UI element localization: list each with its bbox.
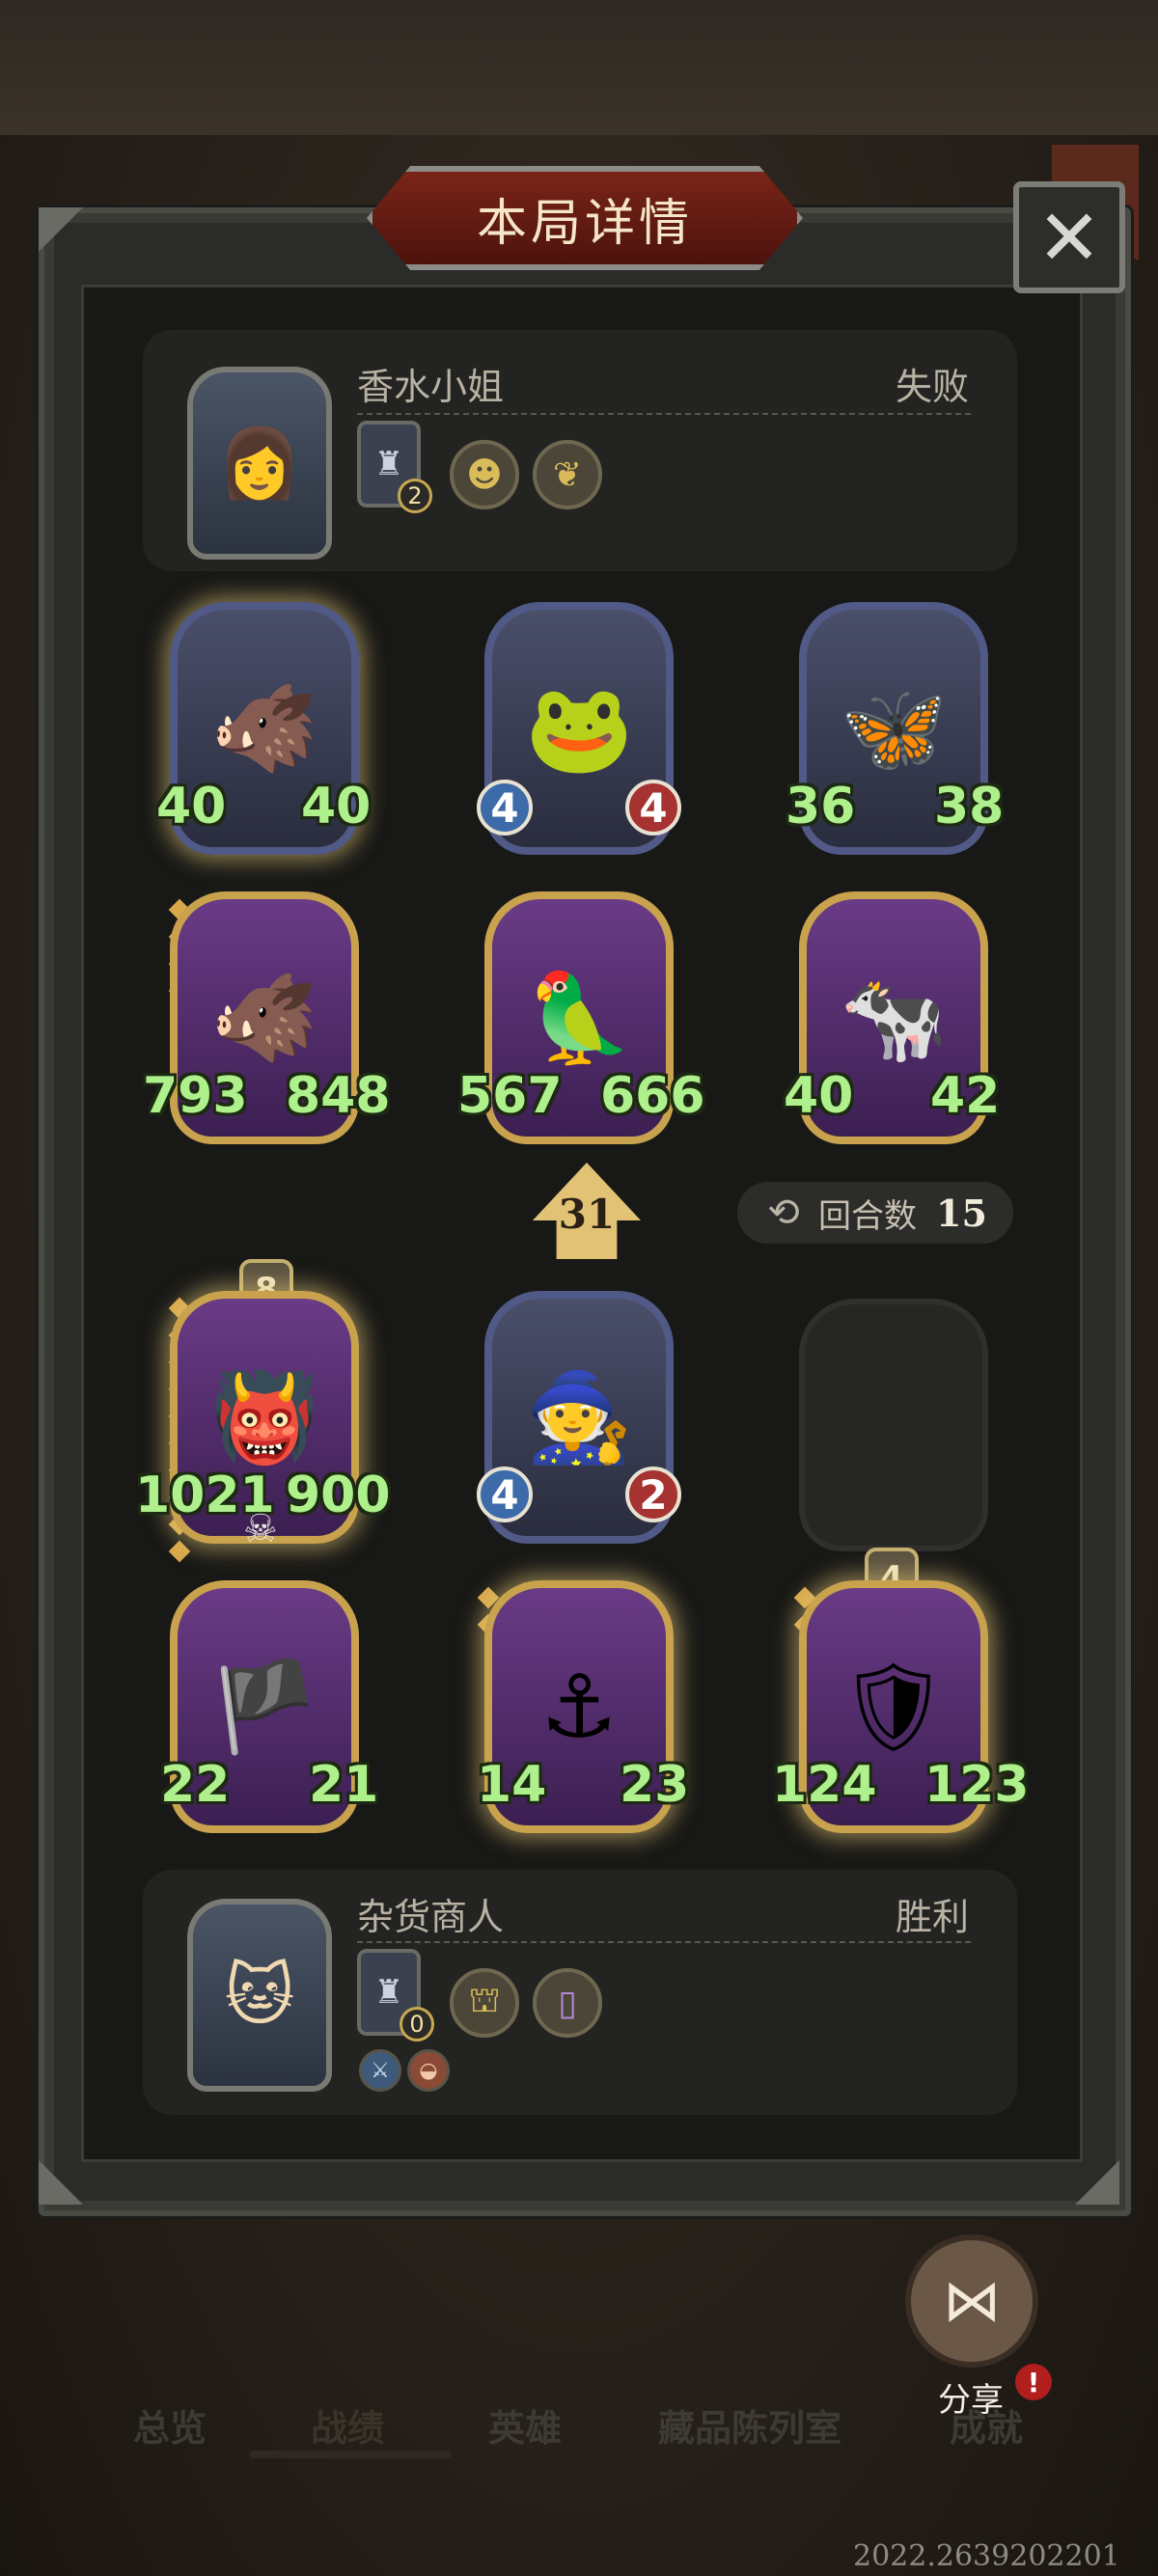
player-result: 胜利 [896, 1896, 970, 1938]
witch-icon: 🧙 [524, 1366, 634, 1468]
card-health: 40 [301, 778, 372, 836]
nav-item-overview[interactable]: 总览 [133, 2398, 207, 2452]
opponent-name: 香水小姐 [357, 366, 505, 408]
perfume-lady-portrait-icon: 👩 [217, 423, 302, 503]
boar-icon: 🐗 [209, 967, 319, 1069]
round-value: 15 [936, 1191, 987, 1235]
captain-icon: ⚓ [539, 1656, 619, 1758]
card-health: 900 [286, 1466, 391, 1524]
card-attack: 14 [477, 1756, 547, 1814]
golden-feather-item-icon[interactable]: ❦ [533, 440, 602, 509]
cat-merchant-portrait-icon: 🐱 [224, 1956, 295, 2035]
card-health: 666 [600, 1067, 705, 1125]
nav-active-underline [249, 2451, 452, 2458]
sword-buff-icon[interactable]: ⚔ [359, 2049, 401, 2092]
opponent-portrait[interactable]: 👩 [187, 367, 332, 560]
build-id: 2022.2639202201 [853, 2539, 1120, 2573]
card-health: 23 [620, 1756, 690, 1814]
nav-item-records[interactable]: 战绩 [311, 2398, 384, 2452]
card-attack: 793 [143, 1067, 248, 1125]
card-attack: 567 [457, 1067, 563, 1125]
top-band [0, 0, 1158, 135]
tavern-tier-icon: ♜ [373, 1973, 404, 2012]
bowl-buff-icon[interactable]: ◒ [407, 2049, 450, 2092]
opponent-tier-level: 2 [398, 479, 432, 513]
pirate-icon: 🏴 [209, 1656, 319, 1758]
frog-icon: 🐸 [524, 677, 634, 780]
purple-door-item-icon[interactable]: ▯ [533, 1968, 602, 2038]
card-health: 848 [286, 1067, 391, 1125]
butterfly-icon: 🦋 [839, 677, 949, 780]
card-health: 38 [934, 778, 1005, 836]
parrot-icon: 🦜 [524, 967, 634, 1069]
cow-icon: 🐄 [839, 967, 949, 1069]
round-counter: ⟲ 回合数 15 [737, 1182, 1013, 1244]
player-divider [357, 1941, 971, 1943]
damage-value: 31 [558, 1191, 616, 1238]
card-health: 4 [625, 780, 681, 836]
close-icon: ✕ [1036, 192, 1102, 283]
nav-item-collection[interactable]: 藏品陈列室 [658, 2398, 841, 2452]
tombstone-item-icon[interactable]: ⛫ [450, 1968, 519, 2038]
card-attack: 4 [477, 780, 533, 836]
card-attack: 124 [772, 1756, 877, 1814]
share-icon: ⋈ [943, 2267, 1001, 2335]
card-attack: 36 [786, 778, 856, 836]
dialog-title-plate: 本局详情 [367, 166, 803, 270]
close-button[interactable]: ✕ [1013, 181, 1125, 293]
tavern-tier-icon: ♜ [373, 445, 404, 483]
empty-card-slot [799, 1299, 988, 1551]
card-health: 21 [309, 1756, 379, 1814]
card-attack: 22 [160, 1756, 231, 1814]
round-label: 回合数 [818, 1196, 917, 1236]
gold-mask-item-icon[interactable]: ☻ [450, 440, 519, 509]
card-health: 2 [625, 1466, 681, 1522]
player-tier-level: 0 [400, 2007, 434, 2042]
nav-item-heroes[interactable]: 英雄 [488, 2398, 562, 2452]
boar-icon: 🐗 [209, 677, 319, 780]
card-attack: 40 [156, 778, 227, 836]
card-attack: 40 [784, 1067, 854, 1125]
card-health: 42 [930, 1067, 1001, 1125]
player-portrait[interactable]: 🐱 [187, 1899, 332, 2092]
refresh-icon: ⟲ [767, 1191, 800, 1235]
shield-icon: 🛡 [838, 1656, 950, 1758]
nav-item-achievements[interactable]: 成就 [950, 2398, 1023, 2452]
opponent-result: 失败 [896, 366, 970, 408]
player-name: 杂货商人 [357, 1896, 505, 1938]
skull-icon: ☠ [243, 1507, 278, 1551]
card-health: 123 [924, 1756, 1030, 1814]
opponent-divider [357, 413, 971, 415]
card-attack: 4 [477, 1466, 533, 1522]
dialog-title: 本局详情 [476, 194, 693, 253]
share-button[interactable]: ⋈ [905, 2234, 1038, 2368]
orc-icon: 👹 [209, 1366, 319, 1468]
